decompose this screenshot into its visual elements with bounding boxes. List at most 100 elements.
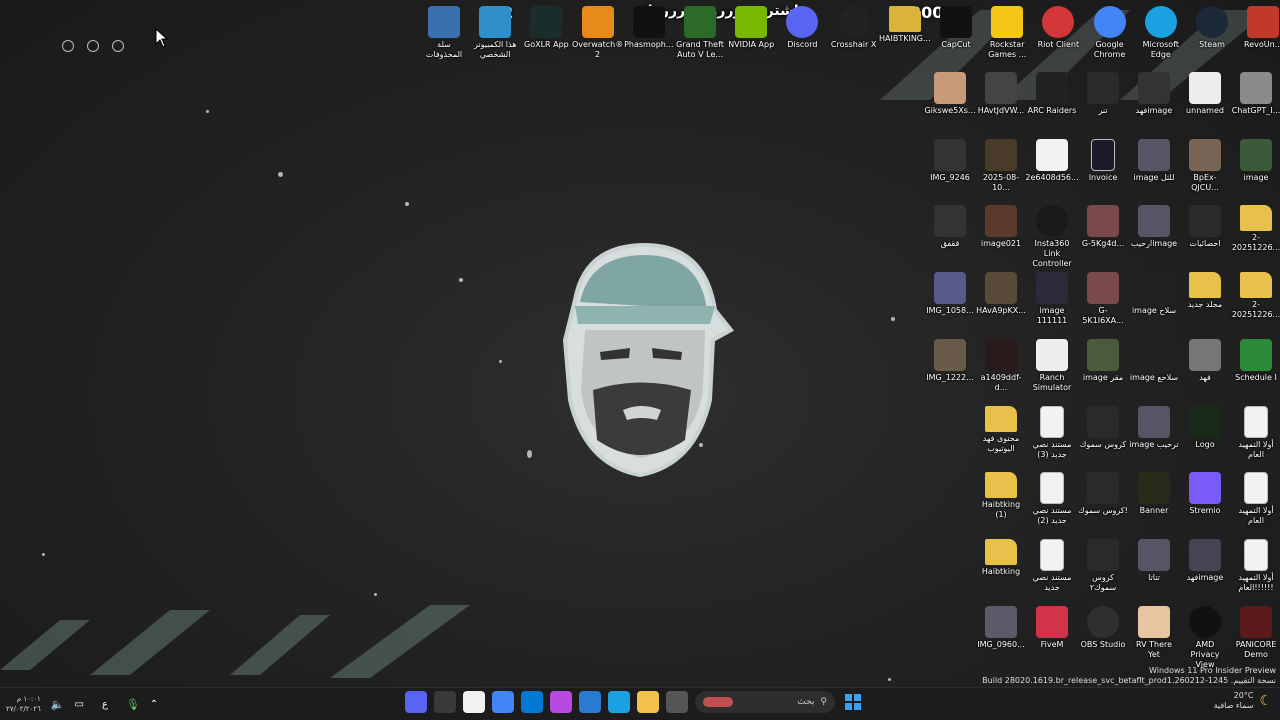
desktop-icon[interactable]: 2-20251226...	[1231, 205, 1280, 253]
desktop-icon[interactable]: IMG_9246	[925, 138, 975, 183]
taskbar-clock[interactable]: ١٠:٠١ م ٢٧/٠٢/٢٠٢٦	[6, 694, 41, 714]
desktop-icon[interactable]: فهدimage	[1129, 72, 1179, 116]
desktop-icon[interactable]: تتاتا	[1129, 538, 1179, 583]
desktop-icon[interactable]: CapCut	[931, 6, 981, 50]
desktop-icon[interactable]: image سلاح	[1129, 272, 1179, 316]
desktop-icon[interactable]: 2-20251226...	[1231, 272, 1280, 320]
desktop-icon[interactable]: Phasmoph...	[624, 6, 674, 50]
desktop-icon[interactable]: RV There Yet	[1129, 605, 1179, 660]
desktop-icon-label: IMG_0960...	[977, 639, 1025, 649]
desktop-icon[interactable]: مستند نصي جديد (3)	[1027, 405, 1077, 460]
desktop-icon[interactable]: مستند نصي جديد (2)	[1027, 472, 1077, 526]
desktop-icon[interactable]: image	[1231, 138, 1280, 183]
desktop-icon[interactable]: Stremio	[1180, 472, 1230, 516]
speaker-icon[interactable]: 🔈	[51, 698, 65, 711]
desktop-icon[interactable]: Discord	[777, 6, 827, 50]
desktop-icon[interactable]: كروس سموك٢	[1078, 538, 1128, 593]
desktop-icon[interactable]: Ranch Simulator	[1027, 338, 1077, 393]
desktop-icon[interactable]: FiveM	[1027, 605, 1077, 650]
photo-icon	[1240, 72, 1272, 104]
outlook-taskbar-icon[interactable]	[521, 691, 543, 713]
phasmophobia-icon	[632, 6, 665, 38]
edge-icon	[1144, 6, 1177, 38]
desktop-icon[interactable]: HAvtJdVW...	[976, 72, 1026, 116]
desktop-icon[interactable]: ChatGPT_I...	[1231, 72, 1280, 116]
language-indicator[interactable]: ع	[102, 699, 108, 710]
desktop-icon[interactable]: Overwatch® 2	[572, 6, 623, 60]
desktop-icon[interactable]: ARC Raiders	[1027, 72, 1077, 116]
desktop-icon[interactable]: Rockstar Games ...	[982, 6, 1032, 60]
desktop-icon[interactable]: image 111111	[1027, 272, 1077, 326]
desktop-icon[interactable]: IMG_1058...	[925, 272, 975, 316]
desktop-icon[interactable]: سلة المحذوفات	[419, 6, 469, 60]
wallpaper-dot	[888, 678, 891, 681]
desktop-icon[interactable]: ققفق	[925, 205, 975, 249]
desktop-icon[interactable]: GoXLR App	[521, 6, 571, 50]
desktop-icon[interactable]: RevoUn...	[1238, 6, 1280, 50]
desktop-icon[interactable]: هذا الكمبيوتر الشخصي	[470, 6, 520, 60]
desktop-icon[interactable]: BpEx-QJCU...	[1180, 138, 1230, 193]
desktop-icon[interactable]: كروس سموك	[1078, 405, 1128, 450]
desktop-icon[interactable]: IMG_0960...	[976, 605, 1026, 650]
desktop-icon[interactable]: محتوى فهد اليوتيوب	[976, 405, 1026, 454]
desktop-icon[interactable]: أولا التمهيد العام	[1231, 472, 1280, 526]
desktop-icon[interactable]: Grand Theft Auto V Le...	[675, 6, 725, 60]
desktop-icon[interactable]: image للثل	[1129, 138, 1179, 183]
desktop-icon[interactable]: Invoice	[1078, 138, 1128, 183]
desktop-icon[interactable]: تنر	[1078, 72, 1128, 116]
network-icon[interactable]: ▭	[75, 699, 84, 710]
desktop-icon[interactable]: احصائيات	[1180, 205, 1230, 249]
start-button[interactable]	[842, 691, 864, 713]
desktop-icon[interactable]: 2025-08-10...	[976, 138, 1026, 193]
desktop-icon[interactable]: image021	[976, 205, 1026, 249]
store-taskbar-icon[interactable]	[579, 691, 601, 713]
desktop-icon[interactable]: أولا التمهيد العام	[1231, 405, 1280, 460]
desktop-icon[interactable]: AMD Privacy View	[1180, 605, 1230, 670]
desktop-icon[interactable]: Gikswe5Xs...	[924, 72, 976, 116]
desktop-icon[interactable]: Microsoft Edge	[1136, 6, 1186, 60]
desktop-icon[interactable]: Crosshair X	[829, 6, 879, 50]
window-taskbar-icon[interactable]	[666, 691, 688, 713]
desktop-icon[interactable]: NVIDIA App	[726, 6, 776, 50]
file-taskbar-icon[interactable]	[463, 691, 485, 713]
desktop-icon[interactable]: Riot Client	[1033, 6, 1083, 50]
desktop-icon[interactable]: Haibtking	[976, 538, 1026, 577]
desktop-icon[interactable]: فهد	[1180, 338, 1230, 383]
app-taskbar-icon[interactable]	[434, 691, 456, 713]
copilot-taskbar-icon[interactable]	[550, 691, 572, 713]
desktop-icon[interactable]: image ترحيب	[1129, 405, 1179, 450]
desktop-icon[interactable]: G-5Kg4d...	[1078, 205, 1128, 249]
desktop-icon[interactable]: مستند نصي جديد	[1027, 538, 1077, 593]
explorer-taskbar-icon[interactable]	[637, 691, 659, 713]
desktop-icon[interactable]: مجلد جديد	[1180, 272, 1230, 310]
taskbar-weather[interactable]: 20°C سماء صافية ☾	[1214, 691, 1272, 711]
desktop-icon[interactable]: G-5K1I6XA...	[1078, 272, 1128, 326]
desktop-icon[interactable]: image مقر	[1078, 338, 1128, 383]
desktop-icon[interactable]: Insta360 Link Controller	[1027, 205, 1077, 269]
desktop-icon[interactable]: IMG_1222...	[925, 338, 975, 383]
desktop-icon[interactable]: Logo	[1180, 405, 1230, 450]
edge-taskbar-icon[interactable]	[608, 691, 630, 713]
desktop-icon[interactable]: PANICORE Demo	[1231, 605, 1280, 660]
taskbar-search-box[interactable]: بحث ⚲	[695, 691, 835, 713]
desktop-icon[interactable]: Haibtking (1)	[976, 472, 1026, 520]
chrome-taskbar-icon[interactable]	[492, 691, 514, 713]
discord-taskbar-icon[interactable]	[405, 691, 427, 713]
microphone-icon[interactable]: 🎙	[126, 698, 140, 711]
desktop-icon[interactable]: HAvA9pKX...	[976, 272, 1026, 316]
desktop-icon[interactable]: Schedule I	[1231, 338, 1280, 383]
desktop-icon[interactable]: فهدimage	[1180, 538, 1230, 583]
desktop-icon[interactable]: image سلاحع	[1129, 338, 1179, 383]
desktop-icon[interactable]: Google Chrome	[1085, 6, 1135, 60]
desktop-icon[interactable]: OBS Studio	[1078, 605, 1128, 650]
desktop-icon[interactable]: unnamed	[1180, 72, 1230, 116]
desktop-icon[interactable]: Banner	[1129, 472, 1179, 516]
desktop-icon[interactable]: a1409ddf-d...	[976, 338, 1026, 393]
chevron-up-icon[interactable]: ⌃	[150, 699, 158, 710]
desktop-icon[interactable]: أولا التمهيد العام!!!!!!	[1231, 538, 1280, 593]
desktop-icon[interactable]: 2e6408d56...	[1025, 138, 1079, 183]
desktop-icon[interactable]: ارحيبimage	[1129, 205, 1179, 249]
desktop-icon[interactable]: كروس سموك!	[1078, 472, 1128, 516]
desktop-icon[interactable]: HAIBTKING...	[879, 6, 931, 44]
desktop-icon[interactable]: Steam	[1187, 6, 1237, 50]
